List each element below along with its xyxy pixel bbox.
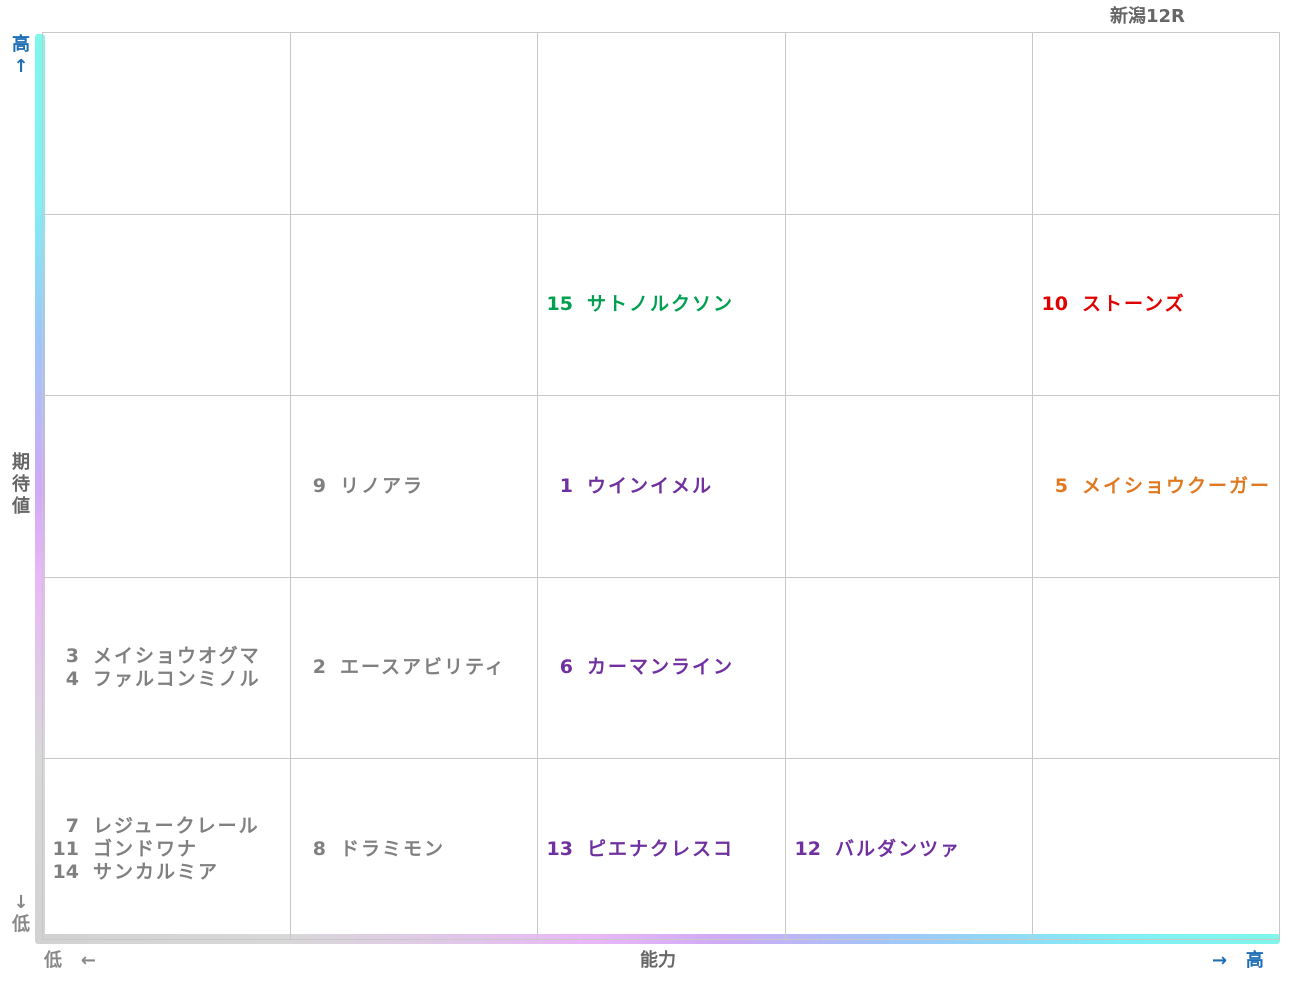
- horse-name: レジュークレール: [93, 815, 260, 837]
- arrow-down-icon: ↓: [13, 892, 29, 913]
- y-axis-high-label: 高 ↑: [12, 34, 30, 77]
- horse-number: 7: [65, 815, 79, 837]
- arrow-up-icon: ↑: [13, 56, 29, 77]
- horse-entry: 14 サンカルミア: [49, 861, 219, 884]
- horse-entry: 1 ウインイメル: [543, 475, 713, 498]
- horse-number: 14: [52, 861, 79, 883]
- horse-entry: 13 ピエナクレスコ: [543, 838, 734, 861]
- horse-entry: 4 ファルコンミノル: [49, 668, 261, 691]
- grid-line-v: [290, 33, 291, 939]
- horse-number: 9: [312, 474, 326, 497]
- horse-entry: 3 メイショウオグマ: [49, 645, 261, 668]
- y-axis-low-label: ↓ 低: [12, 892, 30, 935]
- horse-number: 3: [65, 644, 79, 667]
- y-axis-label: 期待値: [12, 452, 30, 517]
- horse-name: メイショウクーガー: [1082, 474, 1272, 497]
- horse-entry: 2 エースアビリティ: [296, 656, 506, 679]
- grid-line-v: [1032, 33, 1033, 939]
- x-axis-low-label: 低 ←: [44, 950, 96, 971]
- arrow-left-icon: ←: [80, 950, 96, 971]
- x-axis-label: 能力: [640, 950, 676, 971]
- grid-line-h: [43, 214, 1279, 215]
- horse-number: 13: [546, 838, 573, 860]
- horse-entry: 9 リノアラ: [296, 475, 424, 498]
- horse-name: カーマンライン: [587, 656, 735, 678]
- horse-number: 10: [1041, 293, 1068, 315]
- chart-grid: 15 サトノルクソン 10 ストーンズ 9 リノアラ 1 ウインイメル 5 メイショウクーガー 3 メ…: [42, 32, 1280, 940]
- horse-number: 8: [312, 838, 326, 860]
- horse-name: ゴンドワナ: [93, 838, 199, 860]
- horse-entry: 5 メイショウクーガー: [1038, 475, 1271, 498]
- horse-number: 11: [52, 838, 79, 860]
- horse-entry: 8 ドラミモン: [296, 838, 445, 861]
- x-axis-high-label: → 高: [1212, 950, 1264, 971]
- horse-name: ファルコンミノル: [93, 667, 261, 690]
- grid-line-h: [43, 758, 1279, 759]
- grid-line-h: [43, 395, 1279, 396]
- horse-name: バルダンツァ: [835, 838, 962, 860]
- horse-name: ウインイメル: [587, 474, 714, 497]
- horse-number: 4: [65, 667, 79, 690]
- horse-number: 6: [559, 656, 573, 678]
- horse-number: 1: [559, 474, 573, 497]
- grid-line-v: [785, 33, 786, 939]
- horse-name: ドラミモン: [340, 838, 446, 860]
- horse-name: ピエナクレスコ: [587, 838, 735, 860]
- horse-number: 12: [794, 838, 821, 860]
- horse-name: リノアラ: [340, 474, 425, 497]
- horse-number: 5: [1054, 474, 1068, 497]
- horse-entry: 6 カーマンライン: [543, 656, 734, 679]
- horse-entry: 10 ストーンズ: [1038, 293, 1186, 316]
- horse-name: ストーンズ: [1082, 293, 1186, 315]
- horse-number: 2: [312, 656, 326, 678]
- horse-entry: 15 サトノルクソン: [543, 293, 734, 316]
- arrow-right-icon: →: [1212, 950, 1228, 971]
- horse-name: エースアビリティ: [340, 656, 506, 678]
- horse-number: 15: [546, 293, 573, 315]
- horse-entry: 12 バルダンツァ: [791, 838, 961, 861]
- grid-line-v: [537, 33, 538, 939]
- horse-name: サンカルミア: [93, 861, 220, 883]
- horse-entry: 11 ゴンドワナ: [49, 838, 198, 861]
- race-title: 新潟12R: [1110, 6, 1185, 27]
- grid-line-h: [43, 577, 1279, 578]
- horse-entry: 7 レジュークレール: [49, 815, 260, 838]
- horse-name: メイショウオグマ: [93, 644, 261, 667]
- horse-name: サトノルクソン: [587, 293, 735, 315]
